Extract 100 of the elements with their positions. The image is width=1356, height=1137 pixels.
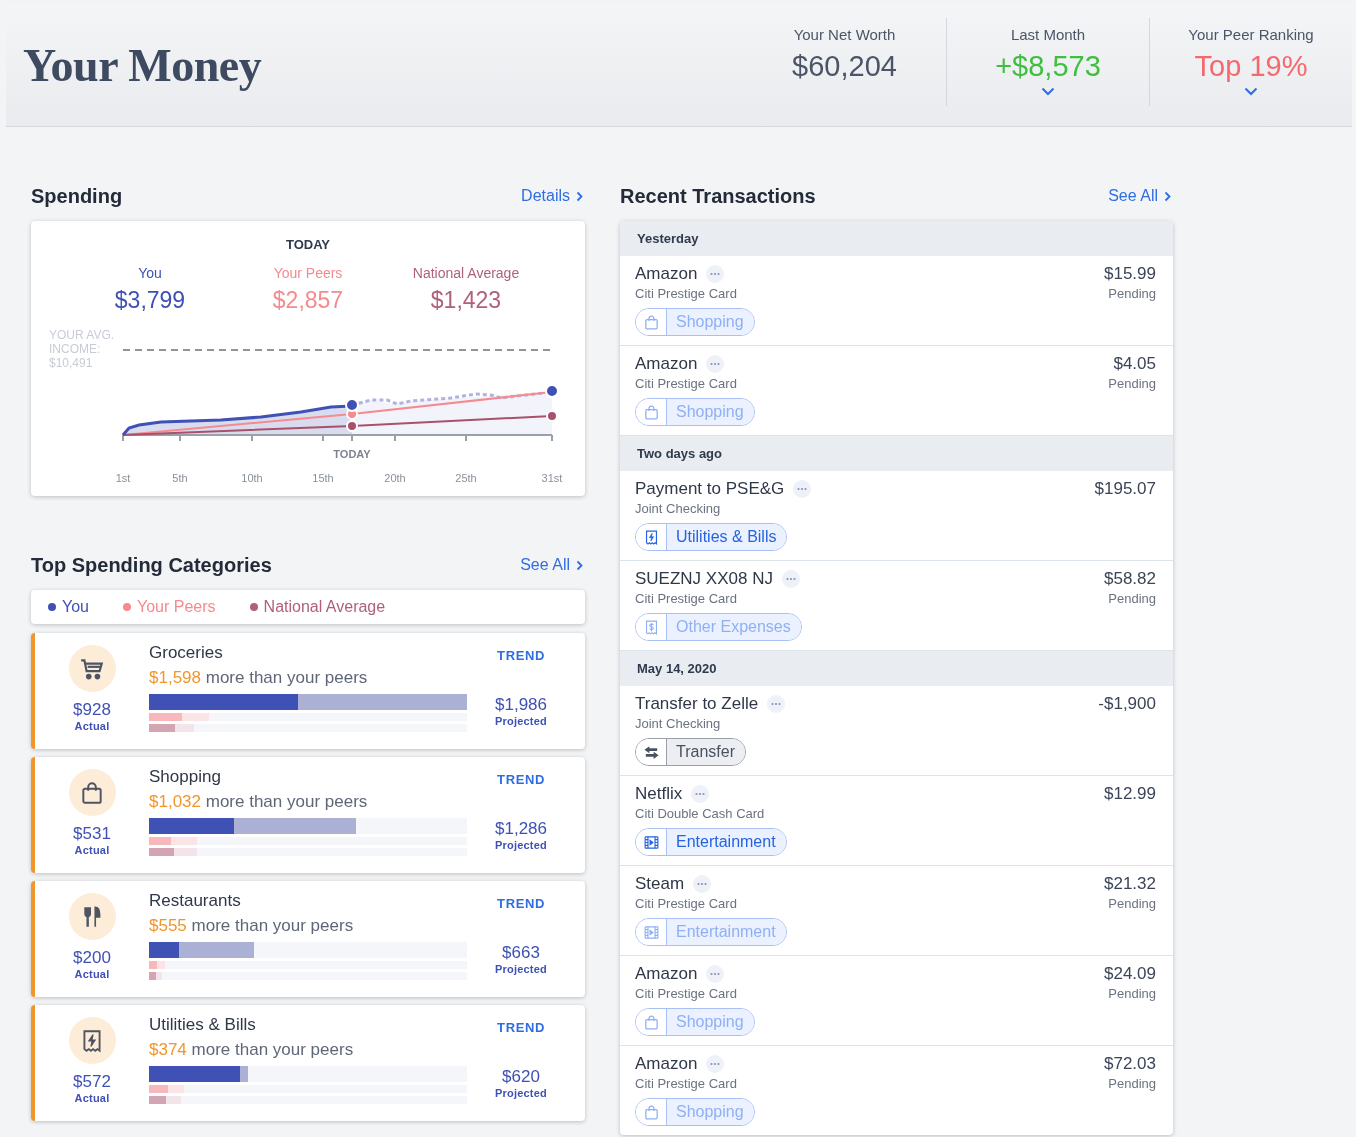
merchant-name: Payment to PSE&G	[635, 479, 785, 499]
more-icon[interactable]	[706, 265, 725, 283]
status-label: Pending	[1107, 1076, 1156, 1091]
account-name: Joint Checking	[635, 501, 722, 517]
projected-amount: $1,986	[495, 695, 547, 715]
category-card[interactable]: $200 Actual Restaurants $555 more than your peers TREND $663 Projected	[31, 881, 585, 997]
you-dot	[345, 398, 359, 412]
page-title: Your Money	[23, 38, 262, 92]
category-tag[interactable]: Transfer	[635, 738, 746, 766]
more-icon[interactable]	[691, 785, 710, 803]
more-icon[interactable]	[781, 570, 800, 588]
transaction-row[interactable]: Netflix Citi Double Cash Card Entertainment $12.99	[620, 776, 1173, 866]
difference-text: $555 more than your peers	[149, 916, 355, 936]
projected-label: Projected	[495, 963, 547, 975]
more-icon[interactable]	[706, 355, 725, 373]
summary-label: Your Peers	[273, 265, 343, 281]
stat-value: $60,204	[792, 50, 897, 83]
axis-label: 31st	[541, 472, 563, 484]
category-card[interactable]: $531 Actual Shopping $1,032 more than your peers TREND $1,286 Projected	[31, 757, 585, 873]
bag-icon	[79, 779, 105, 806]
transaction-row[interactable]: Steam Citi Prestige Card Entertainment $21.32 Pending	[620, 866, 1173, 956]
status-label: Pending	[1107, 591, 1156, 606]
legend-label: National Average	[263, 598, 386, 616]
account-name: Citi Prestige Card	[635, 376, 738, 392]
bag-icon	[642, 313, 660, 331]
chevron-right-icon	[576, 559, 583, 571]
status-label: Pending	[1108, 376, 1156, 391]
category-card[interactable]: $928 Actual Groceries $1,598 more than your peers TREND $1,986 Projected	[31, 633, 585, 749]
actual-amount: $200	[73, 948, 111, 968]
transaction-row[interactable]: Amazon Citi Prestige Card Shopping $15.99 Pending	[620, 256, 1173, 346]
account-name: Citi Prestige Card	[635, 986, 738, 1002]
category-tag[interactable]: Utilities & Bills	[635, 523, 788, 551]
summary-value: $1,423	[430, 287, 502, 314]
account-name: Citi Double Cash Card	[635, 806, 766, 822]
transaction-row[interactable]: Amazon Citi Prestige Card Shopping $72.03 Pending	[620, 1046, 1173, 1135]
account-name: Citi Prestige Card	[635, 1076, 738, 1092]
difference-text: $1,032 more than your peers	[149, 792, 369, 812]
date-label: May 14, 2020	[637, 661, 717, 676]
national-dot	[346, 420, 358, 432]
section-title: Spending	[31, 184, 123, 208]
account-name: Citi Prestige Card	[635, 896, 738, 912]
transaction-amount: $195.07	[1094, 479, 1156, 499]
merchant-name: SUEZNJ XX08 NJ	[635, 569, 773, 589]
merchant-name: Amazon	[635, 1054, 698, 1074]
transaction-row[interactable]: Amazon Citi Prestige Card Shopping $24.09 Pending	[620, 956, 1173, 1046]
more-icon[interactable]	[706, 1055, 725, 1073]
actual-label: Actual	[74, 844, 110, 856]
transaction-row[interactable]: Transfer to Zelle Joint Checking Transfer -$1,900	[620, 686, 1173, 776]
trend-link[interactable]: TREND	[497, 648, 545, 663]
today-axis-label: TODAY	[333, 448, 371, 460]
category-name: Groceries	[149, 643, 224, 663]
trend-link[interactable]: TREND	[497, 1020, 545, 1035]
transaction-amount: $21.32	[1104, 874, 1156, 894]
actual-label: Actual	[74, 720, 110, 732]
status-label: Pending	[1107, 896, 1156, 911]
section-title: Top Spending Categories	[31, 553, 272, 577]
see-all-link[interactable]: See All	[520, 556, 583, 574]
difference-text: $1,598 more than your peers	[149, 668, 369, 688]
category-card[interactable]: $572 Actual Utilities & Bills $374 more than your peers TREND $620 Projected	[31, 1005, 585, 1121]
projected-amount: $663	[502, 943, 540, 963]
legend-label: You	[62, 598, 89, 616]
projected-amount: $1,286	[495, 819, 547, 839]
category-tag[interactable]: Entertainment	[635, 828, 787, 856]
chevron-down-icon[interactable]	[1041, 87, 1055, 96]
chevron-down-icon[interactable]	[1244, 87, 1258, 96]
transaction-amount: -$1,900	[1098, 694, 1156, 714]
status-label: Pending	[1107, 286, 1156, 301]
stat-label: Your Net Worth	[793, 26, 896, 43]
account-name: Citi Prestige Card	[635, 286, 738, 302]
date-label: Yesterday	[637, 231, 699, 246]
more-icon[interactable]	[706, 965, 725, 983]
more-icon[interactable]	[693, 875, 712, 893]
account-name: Citi Prestige Card	[635, 591, 738, 607]
merchant-name: Steam	[635, 874, 685, 894]
section-title: Recent Transactions	[620, 184, 816, 208]
trend-link[interactable]: TREND	[497, 772, 545, 787]
trend-link[interactable]: TREND	[497, 896, 545, 911]
see-all-link[interactable]: See All	[1108, 187, 1171, 205]
details-link[interactable]: Details	[521, 187, 583, 205]
actual-label: Actual	[74, 1092, 110, 1104]
bag-icon	[642, 403, 660, 421]
category-name: Shopping	[149, 767, 222, 787]
summary-value: $2,857	[272, 287, 344, 314]
film-icon	[642, 923, 660, 941]
axis-label: 5th	[172, 472, 188, 484]
more-icon[interactable]	[767, 695, 786, 713]
transaction-row[interactable]: Payment to PSE&G Joint Checking Utilities & Bills $195.07	[620, 471, 1173, 561]
transaction-amount: $12.99	[1104, 784, 1156, 804]
category-name: Restaurants	[149, 891, 242, 911]
more-icon[interactable]	[793, 480, 812, 498]
stat-label: Last Month	[1010, 26, 1086, 43]
category-name: Utilities & Bills	[149, 1015, 257, 1035]
projected-label: Projected	[495, 839, 547, 851]
legend-label: Your Peers	[137, 598, 216, 616]
actual-amount: $531	[73, 824, 111, 844]
transaction-amount: $58.82	[1104, 569, 1156, 589]
axis-label: 25th	[455, 472, 477, 484]
transaction-amount: $4.05	[1112, 354, 1156, 374]
stat-value: +$8,573	[995, 50, 1101, 83]
merchant-name: Netflix	[635, 784, 683, 804]
